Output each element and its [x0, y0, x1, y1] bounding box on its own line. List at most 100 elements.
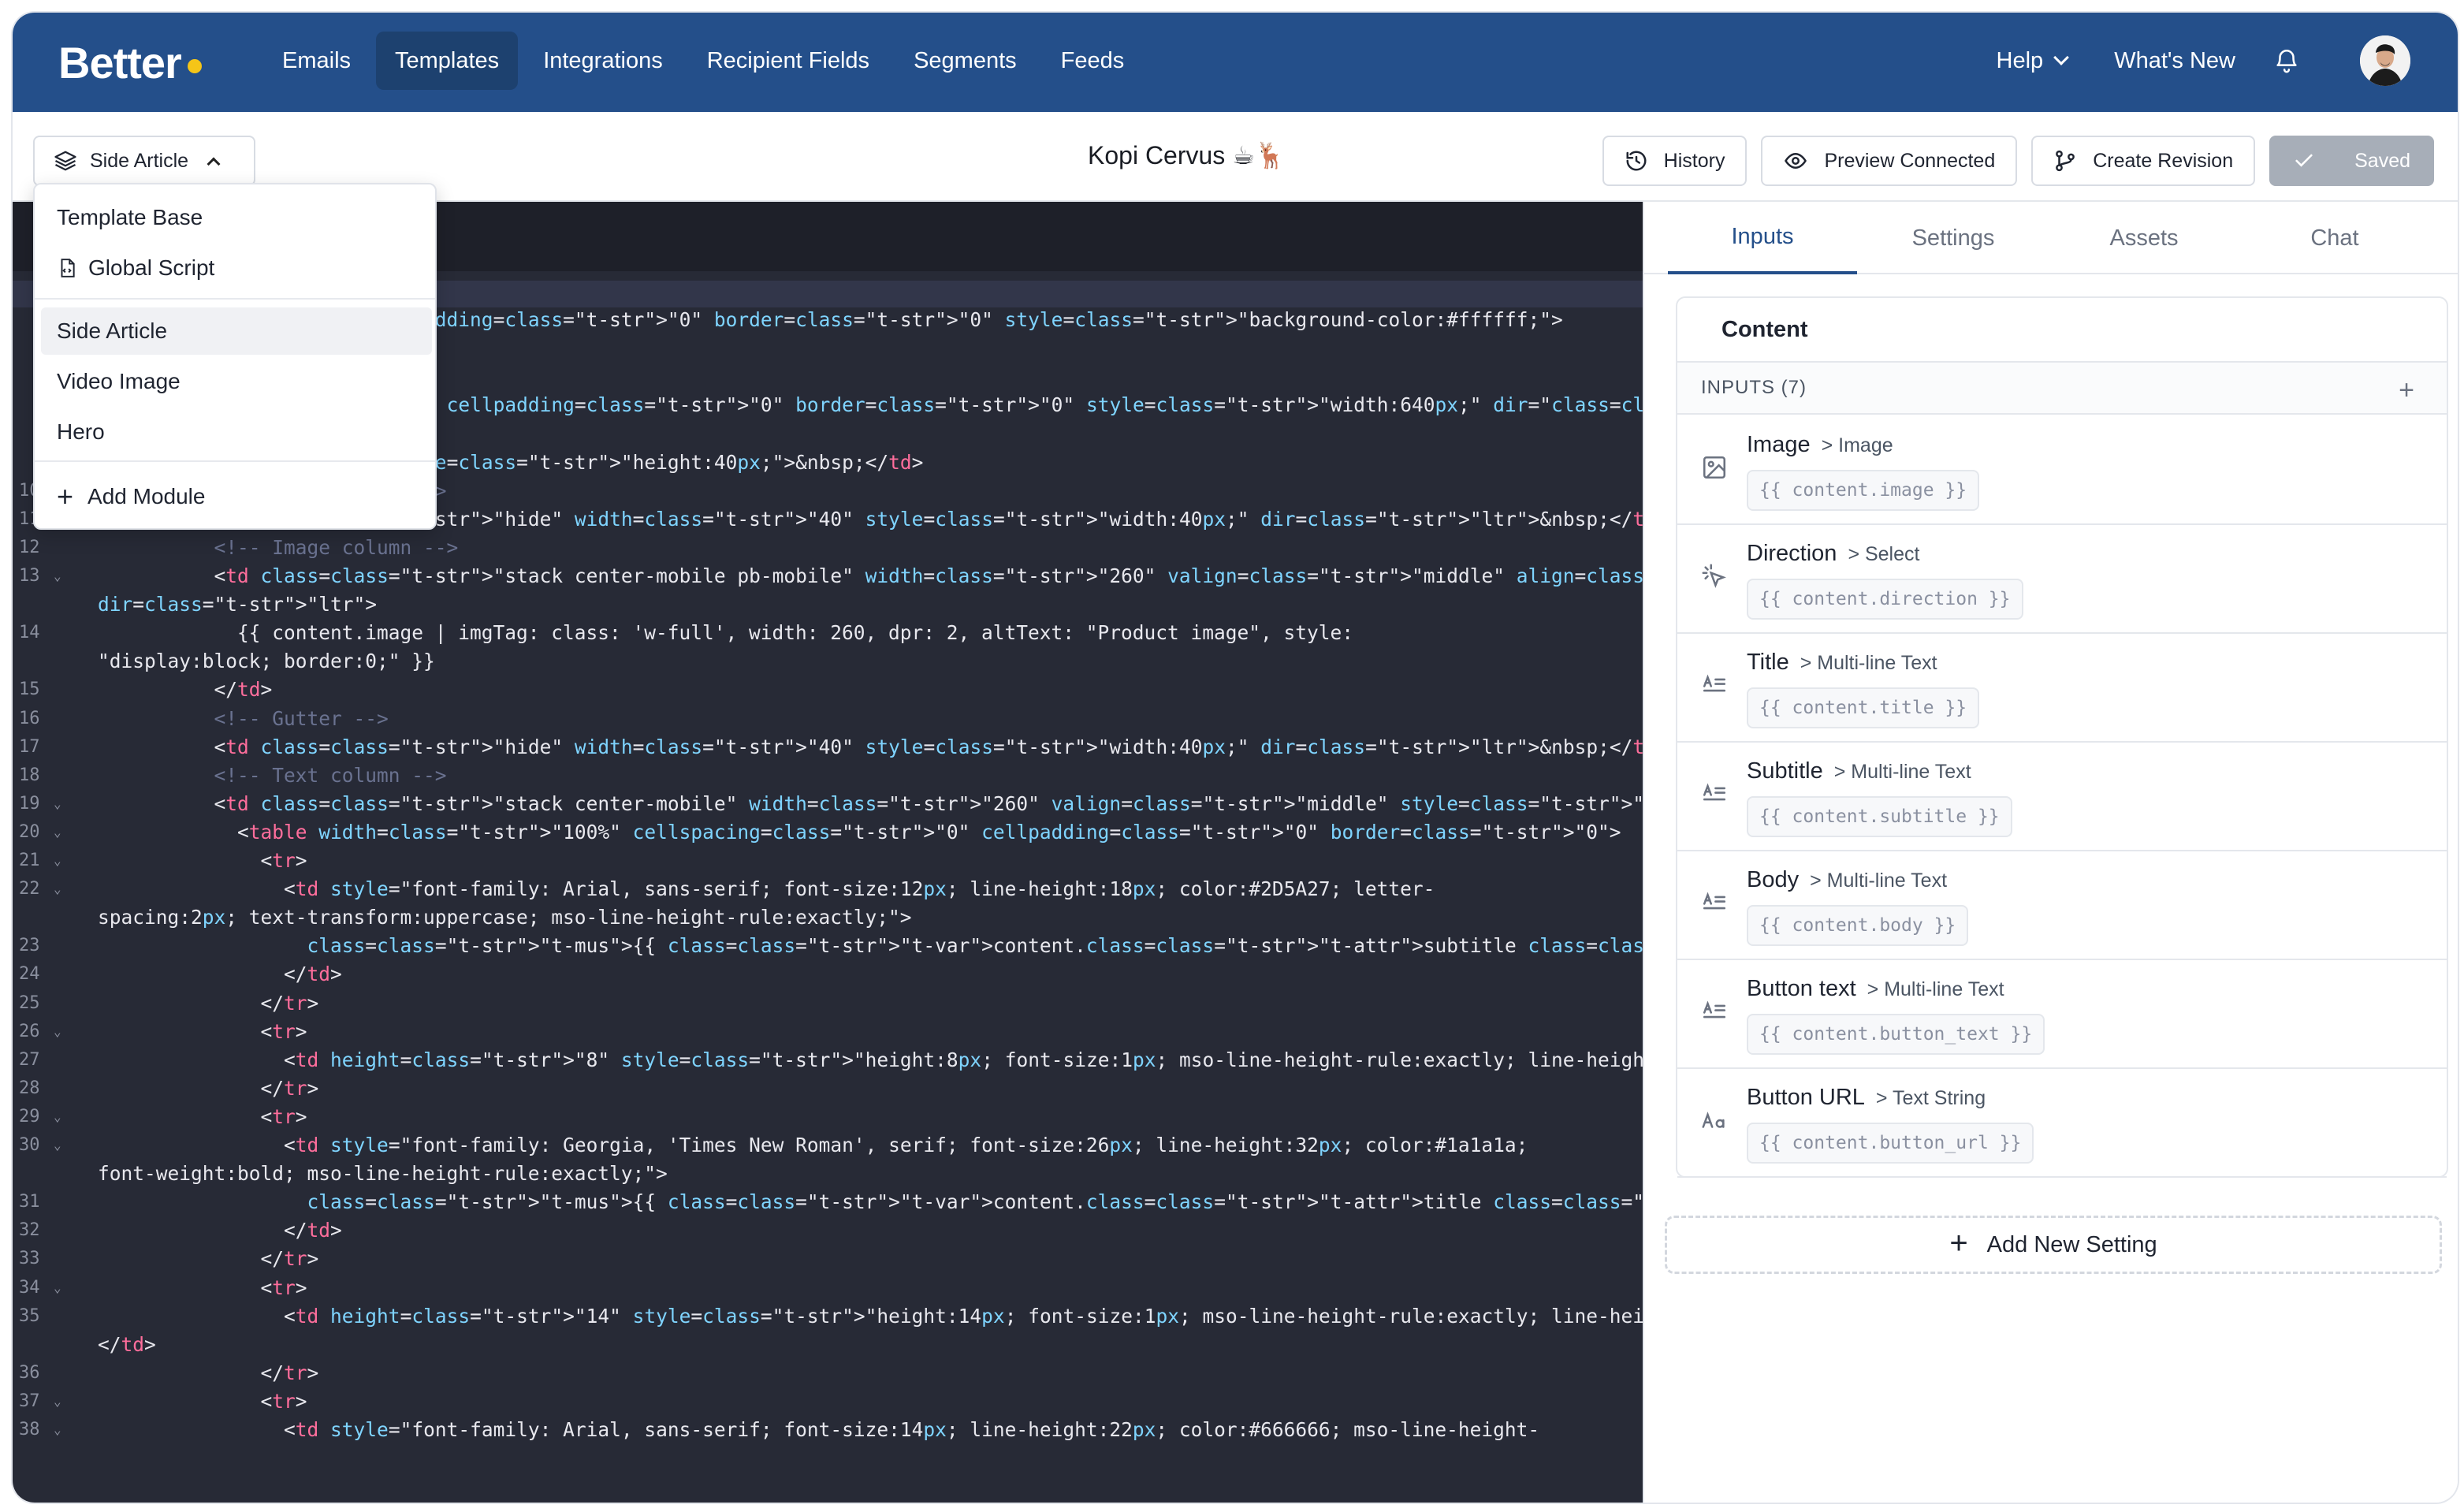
fold-chevron-icon[interactable]: ⌄ [54, 562, 61, 590]
code-line: 36 </tr> [13, 1359, 1643, 1387]
code-line: spacing:2px; text-transform:uppercase; m… [13, 903, 1643, 932]
input-row[interactable]: Image > Image {{ content.image }} [1677, 416, 2447, 525]
input-variable-pill[interactable]: {{ content.image }} [1747, 470, 1980, 511]
code-text: <tr> [98, 1104, 307, 1128]
input-row[interactable]: Direction > Select {{ content.direction }} [1677, 525, 2447, 634]
dropdown-item-label: Side Article [57, 318, 168, 343]
nav-right: Help What's New [1987, 32, 2410, 90]
code-text: <td class=class="t-str">"hide" width=cla… [98, 735, 1643, 758]
line-number: 24 [19, 964, 40, 985]
input-name: Button URL > Text String [1747, 1085, 1986, 1111]
create-revision-label: Create Revision [2093, 149, 2234, 172]
nav-link-emails[interactable]: Emails [263, 32, 370, 90]
nav-link-templates[interactable]: Templates [376, 32, 519, 90]
bell-icon[interactable] [2273, 46, 2300, 76]
code-text: <td height=class="t-str">"8" style=class… [98, 1048, 1643, 1071]
preview-connected-label: Preview Connected [1824, 149, 1996, 172]
input-row[interactable]: Body > Multi-line Text {{ content.body }} [1677, 851, 2447, 960]
line-number: 34 [19, 1277, 40, 1298]
content-card-title: Content [1677, 298, 2447, 363]
code-text: </tr> [98, 991, 319, 1015]
nav-link-integrations[interactable]: Integrations [524, 32, 682, 90]
tab-assets[interactable]: Assets [2049, 202, 2239, 274]
add-module-button[interactable]: + Add Module [41, 473, 432, 520]
input-name-label: Button URL [1747, 1085, 1865, 1110]
tab-inputs[interactable]: Inputs [1668, 202, 1857, 274]
dropdown-item-video-image[interactable]: Video Image [41, 358, 432, 405]
add-new-setting-label: Add New Setting [1986, 1231, 2157, 1257]
line-number: 17 [19, 736, 40, 757]
dropdown-divider [35, 460, 435, 462]
avatar-image [2360, 35, 2410, 86]
fold-chevron-icon[interactable]: ⌄ [54, 1416, 61, 1444]
code-line: 26 ⌄ <tr> [13, 1018, 1643, 1046]
fold-chevron-icon[interactable]: ⌄ [54, 1131, 61, 1160]
code-text: <!-- Text column --> [214, 763, 447, 787]
dropdown-item-label: Add Module [87, 484, 206, 508]
input-variable-pill[interactable]: {{ content.body }} [1747, 905, 1969, 946]
fold-chevron-icon[interactable]: ⌄ [54, 818, 61, 847]
input-row[interactable]: Button text > Multi-line Text {{ content.b… [1677, 960, 2447, 1069]
avatar[interactable] [2360, 35, 2410, 86]
create-revision-button[interactable]: Create Revision [2031, 136, 2256, 186]
nav-link-recipient-fields[interactable]: Recipient Fields [688, 32, 888, 90]
cursor-click-icon [1701, 563, 1728, 590]
add-input-icon[interactable]: + [2399, 375, 2415, 406]
input-row[interactable]: Subtitle > Multi-line Text {{ content.subt… [1677, 743, 2447, 851]
fold-chevron-icon[interactable]: ⌄ [54, 1274, 61, 1302]
line-number: 20 [19, 821, 40, 842]
input-variable-pill[interactable]: {{ content.title }} [1747, 687, 1980, 728]
nav-link-segments[interactable]: Segments [895, 32, 1036, 90]
dropdown-item-hero[interactable]: Hero [41, 408, 432, 456]
text-lines-icon [1701, 672, 1728, 698]
dropdown-item-label: Template Base [57, 205, 203, 229]
help-menu[interactable]: Help [1987, 32, 2077, 90]
preview-connected-button[interactable]: Preview Connected [1761, 136, 2018, 186]
fold-chevron-icon[interactable]: ⌄ [54, 847, 61, 875]
code-line: 25 </tr> [13, 989, 1643, 1018]
logo[interactable]: Better [58, 35, 202, 90]
code-line: font-weight:bold; mso-line-height-rule:e… [13, 1160, 1643, 1188]
code-line: 23 class=class="t-str">"t-mus">{{ class=… [13, 932, 1643, 960]
line-number: 15 [19, 680, 40, 700]
code-text: </tr> [98, 1076, 319, 1100]
code-line: 15 </td> [13, 676, 1643, 704]
nav-link-feeds[interactable]: Feeds [1042, 32, 1144, 90]
dropdown-item-template-base[interactable]: Template Base [41, 194, 432, 241]
input-name: Button text > Multi-line Text [1747, 976, 2004, 1002]
fold-chevron-icon[interactable]: ⌄ [54, 790, 61, 818]
file-code-icon [61, 259, 75, 277]
line-number: 14 [19, 623, 40, 643]
input-row[interactable]: Button URL > Text String {{ content.button… [1677, 1069, 2447, 1178]
fold-chevron-icon[interactable]: ⌄ [54, 1018, 61, 1046]
whats-new-link[interactable]: What's New [2105, 32, 2245, 90]
input-variable-pill[interactable]: {{ content.button_url }} [1747, 1123, 2034, 1164]
history-button[interactable]: History [1602, 136, 1748, 186]
input-variable-pill[interactable]: {{ content.button_text }} [1747, 1014, 2045, 1055]
input-name-label: Image [1747, 432, 1811, 457]
module-select[interactable]: Side Article [33, 136, 255, 186]
fold-chevron-icon[interactable]: ⌄ [54, 1387, 61, 1416]
input-variable-pill[interactable]: {{ content.direction }} [1747, 579, 2023, 620]
dropdown-item-side-article[interactable]: Side Article [41, 307, 432, 355]
input-name: Subtitle > Multi-line Text [1747, 758, 1971, 784]
add-new-setting-button[interactable]: + Add New Setting [1665, 1216, 2442, 1274]
fold-chevron-icon[interactable]: ⌄ [54, 875, 61, 903]
input-variable-pill[interactable]: {{ content.subtitle }} [1747, 796, 2012, 837]
code-line: 31 class=class="t-str">"t-mus">{{ class=… [13, 1188, 1643, 1216]
line-number: 26 [19, 1021, 40, 1041]
input-type-label: > Multi-line Text [1810, 870, 1948, 892]
code-text: </tr> [98, 1247, 319, 1271]
dropdown-item-global-script[interactable]: Global Script [41, 244, 432, 292]
input-row[interactable]: Title > Multi-line Text {{ content.title }… [1677, 634, 2447, 743]
fold-chevron-icon[interactable]: ⌄ [54, 1103, 61, 1131]
saved-button[interactable]: Saved [2269, 136, 2434, 186]
input-name-label: Title [1747, 650, 1789, 675]
eye-icon [1785, 152, 1807, 169]
module-select-label: Side Article [90, 149, 189, 172]
line-number: 35 [19, 1305, 40, 1326]
tab-settings[interactable]: Settings [1859, 202, 2048, 274]
code-text: </td> [98, 1219, 342, 1242]
content-card: Content INPUTS (7) + Image > Image {{ cont… [1676, 296, 2448, 1178]
tab-chat[interactable]: Chat [2240, 202, 2429, 274]
